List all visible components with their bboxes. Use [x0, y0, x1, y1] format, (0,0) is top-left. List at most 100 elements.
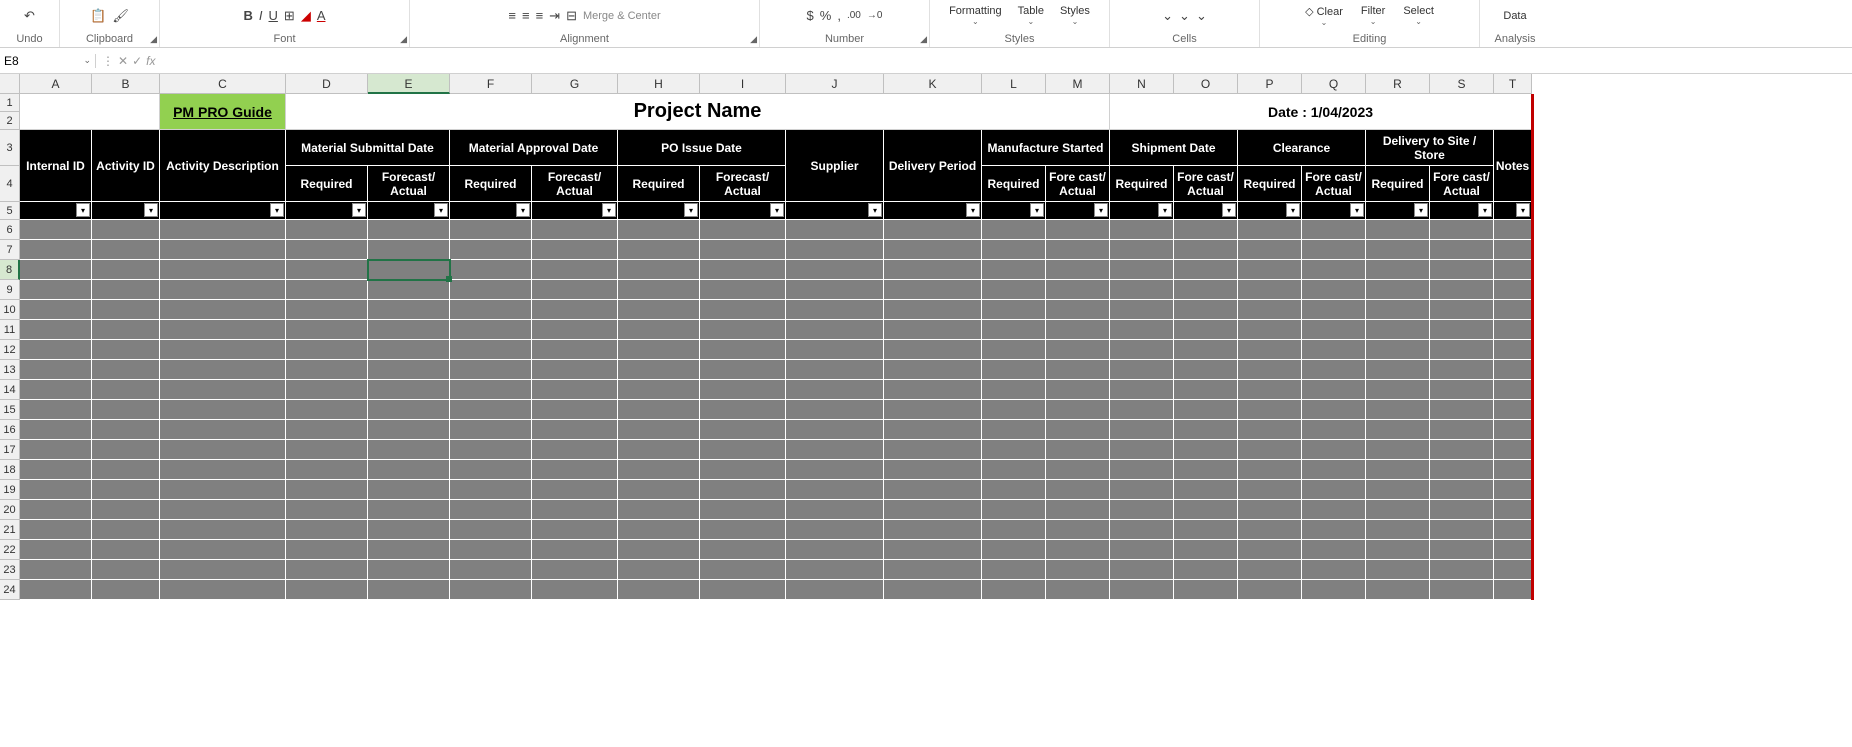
col-header-L[interactable]: L	[982, 74, 1046, 94]
cell-F22[interactable]	[450, 540, 532, 560]
cell-H6[interactable]	[618, 220, 700, 240]
cell-E24[interactable]	[368, 580, 450, 600]
cell-T24[interactable]	[1494, 580, 1532, 600]
cell-E14[interactable]	[368, 380, 450, 400]
cell-F16[interactable]	[450, 420, 532, 440]
cell-L12[interactable]	[982, 340, 1046, 360]
cell-P20[interactable]	[1238, 500, 1302, 520]
cell-P10[interactable]	[1238, 300, 1302, 320]
row-header-1[interactable]: 1	[0, 94, 20, 112]
cell-F21[interactable]	[450, 520, 532, 540]
cell-D17[interactable]	[286, 440, 368, 460]
cell-T7[interactable]	[1494, 240, 1532, 260]
cell-H18[interactable]	[618, 460, 700, 480]
cell-J14[interactable]	[786, 380, 884, 400]
cell-K9[interactable]	[884, 280, 982, 300]
formula-bar[interactable]	[161, 54, 1852, 68]
filter-dropdown-D[interactable]: ▾	[352, 203, 366, 217]
cell-N21[interactable]	[1110, 520, 1174, 540]
cell-D7[interactable]	[286, 240, 368, 260]
cell-Q9[interactable]	[1302, 280, 1366, 300]
cell-O7[interactable]	[1174, 240, 1238, 260]
bold-icon[interactable]: B	[244, 8, 253, 23]
cell-A20[interactable]	[20, 500, 92, 520]
cell-I23[interactable]	[700, 560, 786, 580]
cell-B20[interactable]	[92, 500, 160, 520]
fb-more-icon[interactable]: ⋮	[102, 54, 114, 68]
cell-M21[interactable]	[1046, 520, 1110, 540]
row-header-8[interactable]: 8	[0, 260, 20, 280]
cell-G16[interactable]	[532, 420, 618, 440]
cell-G7[interactable]	[532, 240, 618, 260]
cell-I20[interactable]	[700, 500, 786, 520]
conditional-formatting-button[interactable]: Formatting⌄	[945, 3, 1006, 28]
cell-L13[interactable]	[982, 360, 1046, 380]
cell-S15[interactable]	[1430, 400, 1494, 420]
col-header-B[interactable]: B	[92, 74, 160, 94]
currency-icon[interactable]: $	[807, 8, 814, 23]
cell-D8[interactable]	[286, 260, 368, 280]
cell-G18[interactable]	[532, 460, 618, 480]
col-header-N[interactable]: N	[1110, 74, 1174, 94]
cell-B14[interactable]	[92, 380, 160, 400]
cell-O22[interactable]	[1174, 540, 1238, 560]
cell-N23[interactable]	[1110, 560, 1174, 580]
cell-G19[interactable]	[532, 480, 618, 500]
filter-dropdown-B[interactable]: ▾	[144, 203, 158, 217]
cell-Q15[interactable]	[1302, 400, 1366, 420]
cell-M23[interactable]	[1046, 560, 1110, 580]
cell-M11[interactable]	[1046, 320, 1110, 340]
cell-T11[interactable]	[1494, 320, 1532, 340]
fx-icon[interactable]: fx	[146, 54, 155, 68]
cell-G14[interactable]	[532, 380, 618, 400]
cell-C9[interactable]	[160, 280, 286, 300]
cell-F7[interactable]	[450, 240, 532, 260]
cell-K6[interactable]	[884, 220, 982, 240]
cell-Q13[interactable]	[1302, 360, 1366, 380]
data-analysis-button[interactable]: Data	[1499, 8, 1530, 24]
cell-C15[interactable]	[160, 400, 286, 420]
col-header-S[interactable]: S	[1430, 74, 1494, 94]
cell-F8[interactable]	[450, 260, 532, 280]
cell-G8[interactable]	[532, 260, 618, 280]
cell-H13[interactable]	[618, 360, 700, 380]
cell-Q8[interactable]	[1302, 260, 1366, 280]
alignment-launcher-icon[interactable]: ◢	[750, 34, 757, 45]
cell-M24[interactable]	[1046, 580, 1110, 600]
cell-H19[interactable]	[618, 480, 700, 500]
cell-A22[interactable]	[20, 540, 92, 560]
cell-D19[interactable]	[286, 480, 368, 500]
cell-G6[interactable]	[532, 220, 618, 240]
cell-A11[interactable]	[20, 320, 92, 340]
cell-O23[interactable]	[1174, 560, 1238, 580]
cell-Q11[interactable]	[1302, 320, 1366, 340]
fill-color-icon[interactable]: ◢	[301, 8, 311, 24]
cell-T21[interactable]	[1494, 520, 1532, 540]
cell-P19[interactable]	[1238, 480, 1302, 500]
cell-M8[interactable]	[1046, 260, 1110, 280]
cell-K14[interactable]	[884, 380, 982, 400]
cell-N10[interactable]	[1110, 300, 1174, 320]
cell-L8[interactable]	[982, 260, 1046, 280]
cell-Q7[interactable]	[1302, 240, 1366, 260]
cell-B19[interactable]	[92, 480, 160, 500]
cell-H12[interactable]	[618, 340, 700, 360]
cell-R22[interactable]	[1366, 540, 1430, 560]
cell-G11[interactable]	[532, 320, 618, 340]
merge-center-button[interactable]: Merge & Center	[583, 10, 661, 22]
cell-Q21[interactable]	[1302, 520, 1366, 540]
cell-K8[interactable]	[884, 260, 982, 280]
row-header-12[interactable]: 12	[0, 340, 20, 360]
cell-P18[interactable]	[1238, 460, 1302, 480]
cell-H16[interactable]	[618, 420, 700, 440]
cell-E18[interactable]	[368, 460, 450, 480]
cell-L6[interactable]	[982, 220, 1046, 240]
cell-F20[interactable]	[450, 500, 532, 520]
col-header-G[interactable]: G	[532, 74, 618, 94]
cell-J12[interactable]	[786, 340, 884, 360]
cell-M7[interactable]	[1046, 240, 1110, 260]
cell-K10[interactable]	[884, 300, 982, 320]
cell-F23[interactable]	[450, 560, 532, 580]
format-painter-icon[interactable]: 🖌	[112, 8, 129, 24]
cell-S6[interactable]	[1430, 220, 1494, 240]
